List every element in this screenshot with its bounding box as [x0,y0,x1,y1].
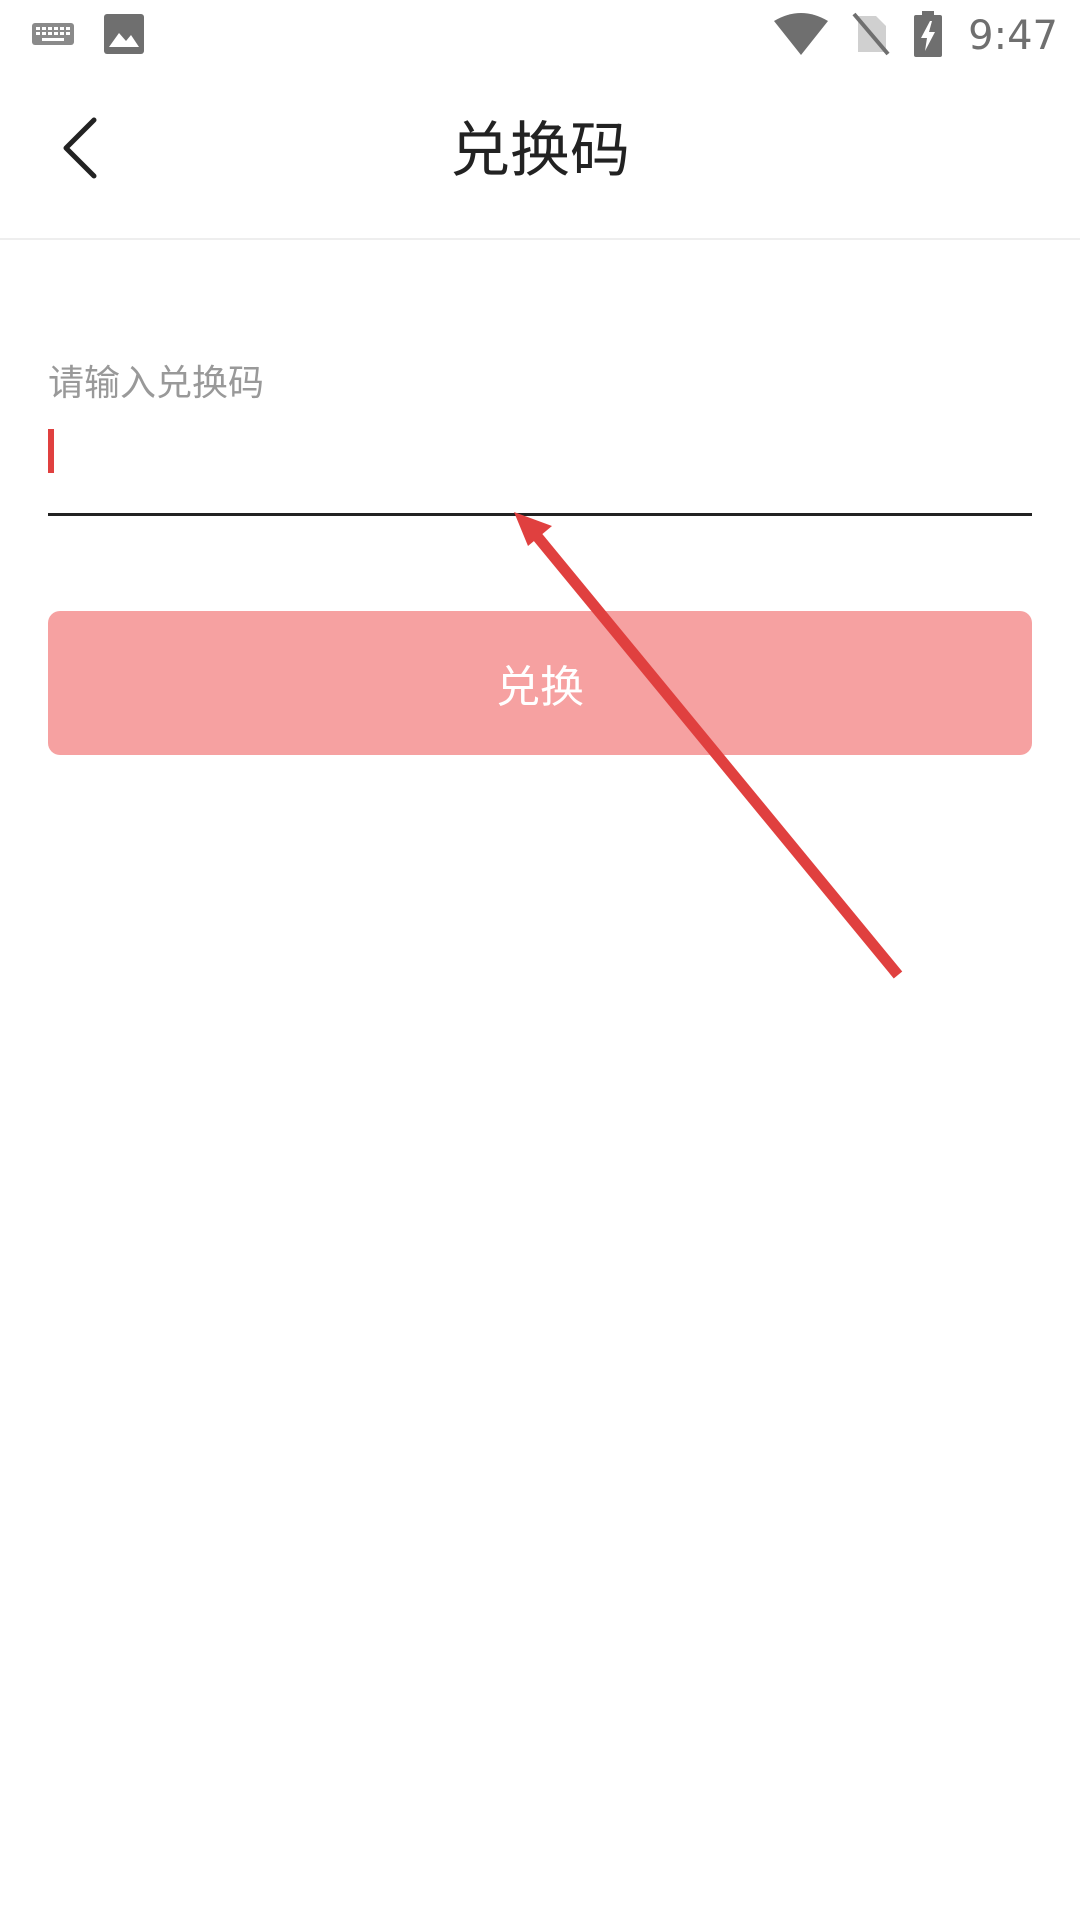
status-bar: 9:47 [0,0,1080,72]
keyboard-icon [32,22,74,50]
battery-charging-icon [914,11,943,61]
code-input-label: 请输入兑换码 [48,363,265,404]
redeem-button[interactable]: 兑换 [48,611,1032,755]
image-icon [104,14,144,58]
redeem-code-input[interactable] [48,420,1032,510]
status-bar-right: 9:47 [774,0,1058,72]
app-bar: 兑换码 [0,72,1080,240]
wifi-icon [774,13,829,59]
page-title: 兑换码 [450,116,630,186]
code-input-container[interactable] [48,420,1032,516]
annotation-arrow [514,512,903,979]
status-bar-left [32,0,144,72]
status-time: 9:47 [968,13,1058,59]
redeem-code-screen: 9:47 兑换码 请输入兑换码 兑换 [0,0,1080,1920]
no-sim-icon [852,12,890,60]
